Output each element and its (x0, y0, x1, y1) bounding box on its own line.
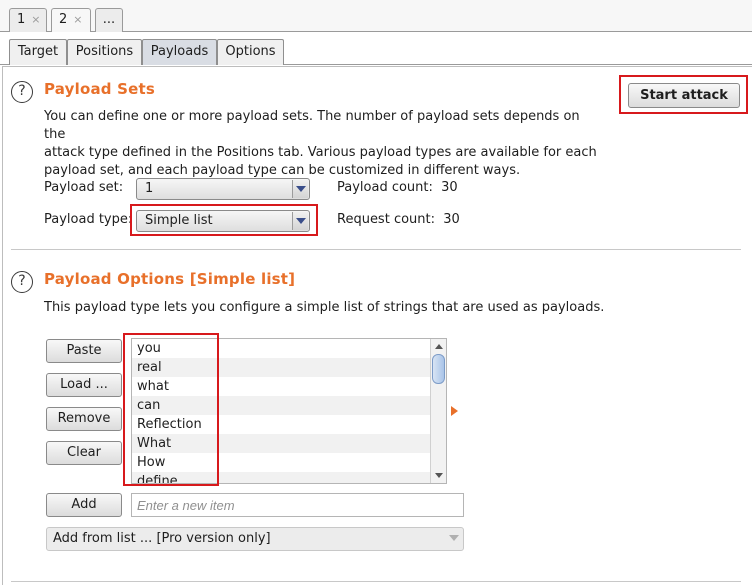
instance-tab-2[interactable]: 2 × (51, 8, 91, 32)
help-icon[interactable]: ? (11, 81, 33, 103)
payload-type-value: Simple list (145, 213, 213, 228)
scroll-thumb[interactable] (432, 354, 445, 384)
request-count-label: Request count: 30 (337, 212, 460, 227)
payload-options-description: This payload type lets you configure a s… (44, 300, 605, 315)
paste-button[interactable]: Paste (46, 339, 122, 363)
tab-options[interactable]: Options (217, 39, 284, 65)
add-button[interactable]: Add (46, 493, 122, 517)
clear-button[interactable]: Clear (46, 441, 122, 465)
instance-tab-bar: 1 × 2 × ... (0, 0, 752, 32)
description-line: You can define one or more payload sets.… (44, 109, 580, 142)
load-button[interactable]: Load ... (46, 373, 122, 397)
close-icon[interactable]: × (31, 13, 40, 26)
payload-set-label: Payload set: (44, 180, 124, 195)
tab-positions[interactable]: Positions (67, 39, 142, 65)
tab-label: 1 (17, 12, 26, 27)
payload-type-select[interactable]: Simple list (136, 210, 310, 232)
payload-set-value: 1 (145, 181, 154, 196)
scroll-up-icon[interactable] (435, 344, 443, 349)
remove-button[interactable]: Remove (46, 407, 122, 431)
section-divider (11, 249, 741, 250)
request-count-value: 30 (443, 212, 460, 227)
scroll-down-icon[interactable] (435, 473, 443, 478)
payload-sets-description: You can define one or more payload sets.… (44, 108, 604, 180)
chevron-down-icon[interactable] (446, 529, 462, 547)
chevron-down-icon[interactable] (292, 180, 308, 198)
description-line: attack type defined in the Positions tab… (44, 145, 597, 160)
instance-tab-new[interactable]: ... (95, 8, 123, 32)
tab-target[interactable]: Target (9, 39, 67, 65)
new-item-input[interactable] (131, 493, 464, 517)
close-icon[interactable]: × (73, 13, 82, 26)
tab-label: ... (102, 12, 116, 27)
payload-sets-heading: Payload Sets (44, 80, 156, 98)
add-from-list-select[interactable]: Add from list ... [Pro version only] (46, 527, 464, 551)
highlight-payload-list (123, 333, 219, 486)
tab-label: 2 (59, 12, 68, 27)
payload-options-heading: Payload Options [Simple list] (44, 270, 296, 288)
payload-count-value: 30 (441, 180, 458, 195)
description-line: payload set, and each payload type can b… (44, 163, 521, 178)
payload-count-label: Payload count: 30 (337, 180, 458, 195)
list-scrollbar[interactable] (430, 339, 446, 483)
payload-set-select[interactable]: 1 (136, 178, 310, 200)
add-from-list-value: Add from list ... [Pro version only] (53, 531, 271, 546)
help-icon[interactable]: ? (11, 271, 33, 293)
payload-type-label: Payload type: (44, 212, 133, 227)
intruder-tab-bar: Target Positions Payloads Options (0, 33, 752, 65)
request-count-text: Request count: (337, 212, 435, 227)
expand-arrow-icon[interactable] (451, 406, 458, 416)
chevron-down-icon[interactable] (292, 212, 308, 230)
payload-count-text: Payload count: (337, 180, 433, 195)
section-divider (11, 581, 741, 582)
tab-payloads[interactable]: Payloads (142, 39, 217, 65)
instance-tab-1[interactable]: 1 × (9, 8, 47, 32)
start-attack-button[interactable]: Start attack (628, 83, 740, 108)
